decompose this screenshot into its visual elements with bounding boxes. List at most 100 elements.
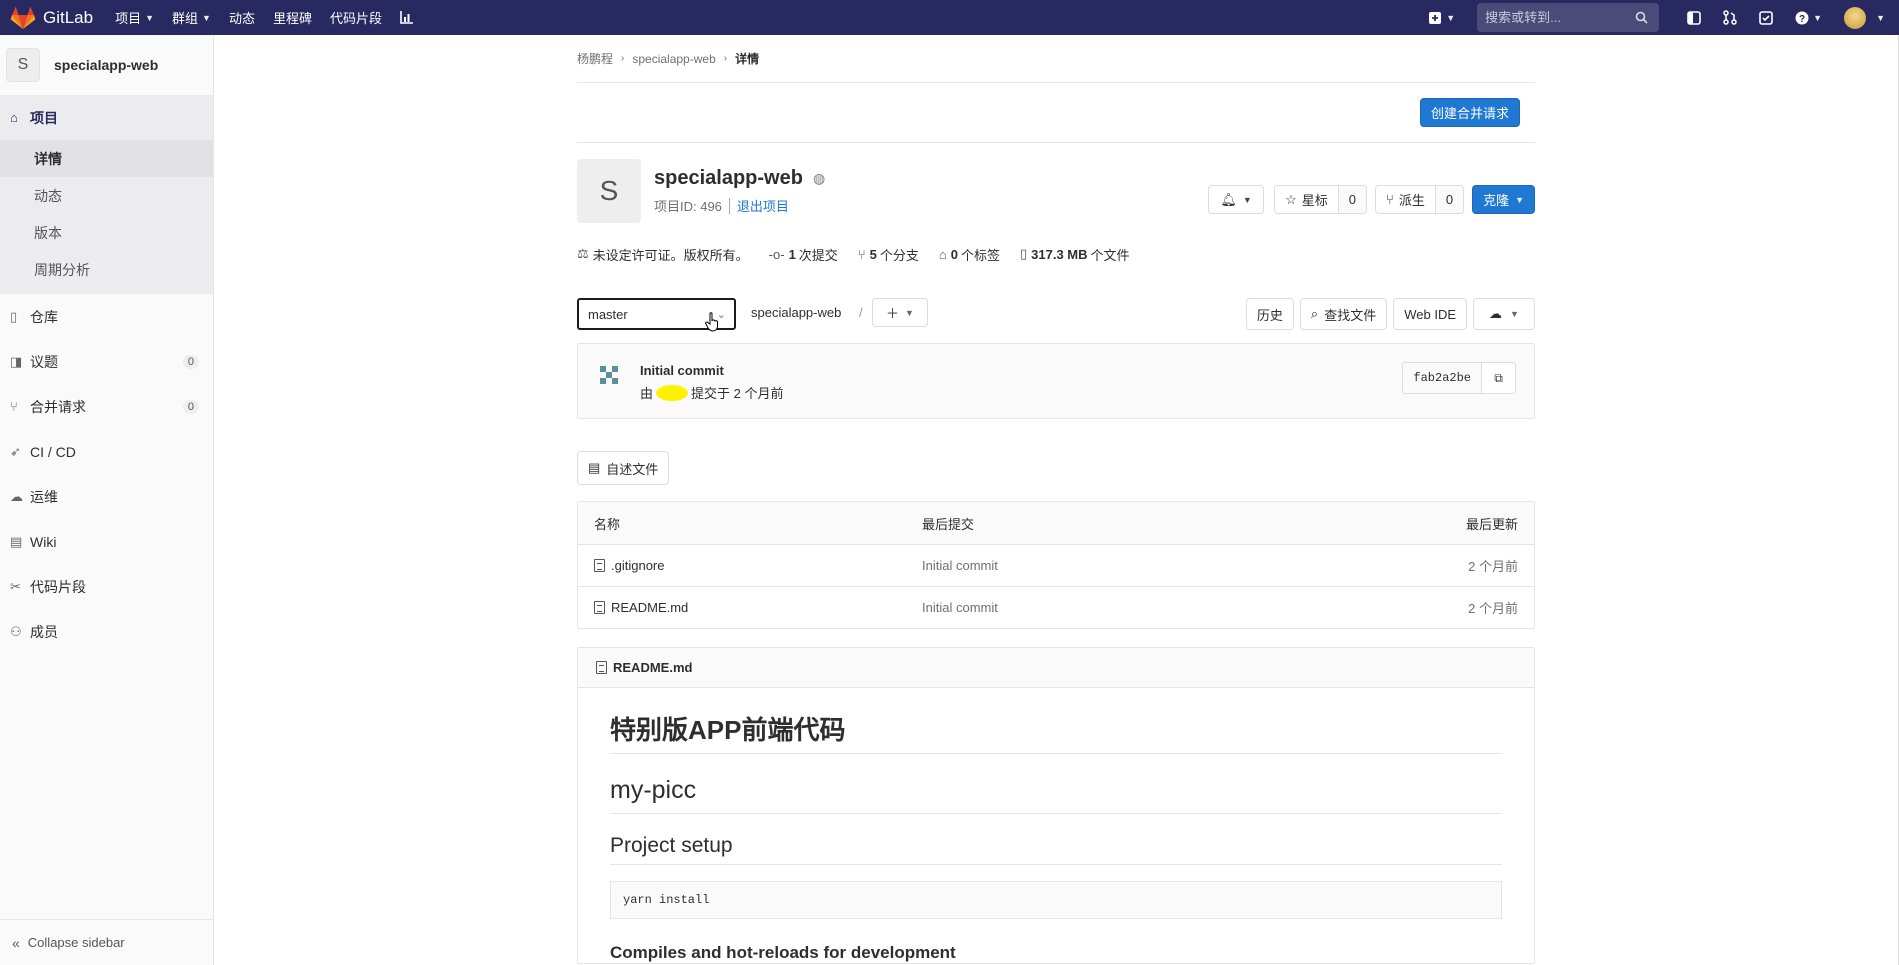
project-sidebar: S specialapp-web ⌂ 项目 详情 动态 版本 周期分析 ▯ 仓库… — [0, 35, 214, 965]
project-id: 项目ID: 496 — [654, 199, 722, 214]
sidebar-project-header[interactable]: S specialapp-web — [0, 35, 213, 95]
readme-panel: README.md 特别版APP前端代码 my-picc Project set… — [577, 647, 1535, 964]
sidebar-subitem-releases[interactable]: 版本 — [0, 214, 213, 251]
nav-activity[interactable]: 动态 — [229, 8, 255, 27]
fork-count[interactable]: 0 — [1435, 185, 1465, 214]
nav-groups-label: 群组 — [172, 11, 199, 26]
nav-projects-label: 项目 — [115, 11, 142, 26]
find-file-button[interactable]: ⌕ 查找文件 — [1299, 298, 1388, 330]
todos-icon[interactable] — [1759, 10, 1773, 25]
nav-analytics[interactable] — [400, 11, 414, 24]
sidebar-item-members[interactable]: ⚇ 成员 — [0, 609, 213, 654]
breadcrumb-current[interactable]: 详情 — [735, 50, 759, 67]
chevron-down-icon: ▼ — [1515, 194, 1524, 205]
leave-project-link[interactable]: 退出项目 — [737, 196, 789, 215]
sidebar-item-issues[interactable]: ◨ 议题 0 — [0, 339, 213, 384]
readme-code-block: yarn install — [610, 881, 1502, 919]
copy-sha-button[interactable]: ⧉ — [1481, 362, 1516, 394]
download-dropdown[interactable]: ☁ ▼ — [1473, 298, 1535, 330]
nav-snippets-label: 代码片段 — [330, 11, 383, 26]
tags-count: 0 — [950, 246, 958, 262]
repo-path-root[interactable]: specialapp-web — [751, 305, 841, 320]
nav-milestones[interactable]: 里程碑 — [273, 8, 312, 27]
star-label: 星标 — [1301, 193, 1328, 208]
breadcrumb-project[interactable]: specialapp-web — [632, 52, 715, 66]
sidebar-item-merge-requests[interactable]: ⑂ 合并请求 0 — [0, 384, 213, 429]
sidebar-item-project[interactable]: ⌂ 项目 — [0, 95, 213, 140]
sidebar-item-label: 合并请求 — [30, 398, 86, 415]
fork-label: 派生 — [1398, 193, 1425, 208]
users-icon: ⚇ — [10, 623, 22, 639]
chevron-right-icon: › — [723, 53, 728, 64]
issues-icon: ◨ — [10, 353, 23, 369]
collapse-sidebar-button[interactable]: « Collapse sidebar — [0, 919, 213, 965]
file-commit-cell[interactable]: Initial commit — [922, 600, 1378, 615]
nav-activity-label: 动态 — [228, 11, 255, 26]
sidebar-item-label: CI / CD — [30, 443, 76, 460]
nav-projects[interactable]: 项目 ▼ — [115, 8, 154, 27]
file-updated-cell: 2 个月前 — [1468, 601, 1518, 616]
license-stat[interactable]: ⚖ 未设定许可证。版权所有。 — [577, 245, 749, 264]
nav-groups[interactable]: 群组 ▼ — [172, 8, 211, 27]
web-ide-button[interactable]: Web IDE — [1393, 298, 1467, 330]
history-button[interactable]: 历史 — [1245, 298, 1294, 330]
search-input[interactable] — [1485, 10, 1636, 25]
files-label: 个文件 — [1090, 247, 1130, 263]
project-header: S specialapp-web ◍ 项目ID: 496 退出项目 🔔︎ ▼ ☆ 星… — [577, 143, 1535, 243]
commit-icon: -o- — [768, 246, 785, 262]
chevron-down-icon: ▼ — [1813, 12, 1823, 23]
notification-dropdown[interactable]: 🔔︎ ▼ — [1208, 185, 1265, 214]
search-box[interactable] — [1477, 3, 1660, 32]
sidebar-subitem-details[interactable]: 详情 — [0, 140, 213, 177]
sidebar-item-wiki[interactable]: ▤ Wiki — [0, 519, 213, 564]
help-dropdown[interactable]: ? ▼ — [1795, 11, 1822, 25]
table-row[interactable]: .gitignore Initial commit 2 个月前 — [578, 544, 1534, 586]
file-name-cell[interactable]: .gitignore — [594, 558, 922, 573]
sidebar-subitem-activity[interactable]: 动态 — [0, 177, 213, 214]
star-button[interactable]: ☆ 星标 — [1274, 185, 1339, 214]
create-merge-request-button[interactable]: 创建合并请求 — [1419, 98, 1520, 127]
sidebar-item-operations[interactable]: ☁ 运维 — [0, 474, 213, 519]
chevron-down-icon: ▼ — [905, 307, 914, 318]
user-menu[interactable]: ▼ — [1844, 6, 1885, 29]
find-file-label: 查找文件 — [1324, 307, 1377, 323]
gitlab-logo[interactable]: GitLab — [10, 0, 115, 35]
sidebar-item-repository[interactable]: ▯ 仓库 — [0, 294, 213, 339]
new-plus-dropdown[interactable]: ▼ — [1428, 11, 1455, 25]
gitlab-brand: GitLab — [43, 7, 94, 27]
file-commit-cell[interactable]: Initial commit — [922, 558, 1378, 573]
project-title: specialapp-web ◍ — [654, 167, 825, 190]
file-name-cell[interactable]: README.md — [594, 600, 922, 615]
readme-filename[interactable]: README.md — [613, 660, 692, 675]
tags-label: 个标签 — [960, 247, 1000, 263]
tags-stat[interactable]: ⌂ 0 个标签 — [939, 245, 1000, 264]
table-row[interactable]: README.md Initial commit 2 个月前 — [578, 586, 1534, 628]
clone-dropdown-button[interactable]: 克隆 ▼ — [1472, 185, 1535, 214]
files-stat[interactable]: ▯ 317.3 MB 个文件 — [1020, 245, 1130, 264]
sidebar-subitem-cycle-analytics[interactable]: 周期分析 — [0, 251, 213, 288]
commit-sha[interactable]: fab2a2be — [1402, 362, 1482, 394]
scale-icon: ⚖ — [577, 246, 589, 261]
breadcrumb: 杨鹏程 › specialapp-web › 详情 — [577, 35, 1535, 83]
branches-stat[interactable]: ⑂ 5 个分支 — [858, 245, 919, 264]
merge-requests-icon[interactable] — [1723, 10, 1737, 25]
readme-heading-compiles: Compiles and hot-reloads for development — [610, 943, 956, 962]
sidebar-item-snippets[interactable]: ✂ 代码片段 — [0, 564, 213, 609]
star-count[interactable]: 0 — [1338, 185, 1367, 214]
file-name[interactable]: README.md — [611, 600, 688, 615]
nav-snippets[interactable]: 代码片段 — [330, 8, 382, 27]
readme-button[interactable]: ▤ 自述文件 — [577, 451, 670, 485]
add-file-dropdown[interactable]: ＋ ▼ — [872, 298, 928, 327]
tree-actions: 历史 ⌕ 查找文件 Web IDE ☁ ▼ — [1240, 298, 1535, 330]
chevron-down-icon: ▼ — [145, 12, 155, 23]
file-name[interactable]: .gitignore — [611, 558, 664, 573]
commit-title-link[interactable]: Initial commit — [640, 363, 724, 378]
doc-icon: ▯ — [10, 308, 18, 324]
top-navbar: GitLab 项目▼ 群组▼ 动态 里程碑 代码片段 ▼ ? ▼ ▼ — [0, 0, 1899, 35]
fork-button[interactable]: ⑂ 派生 — [1375, 185, 1436, 214]
commits-stat[interactable]: -o- 1 次提交 — [769, 245, 838, 264]
breadcrumb-user[interactable]: 杨鹏程 — [577, 50, 613, 67]
sidebar-toggle-icon[interactable] — [1687, 10, 1701, 25]
sidebar-item-cicd[interactable]: ➶ CI / CD — [0, 429, 213, 474]
nav-milestones-label: 里程碑 — [272, 11, 312, 26]
